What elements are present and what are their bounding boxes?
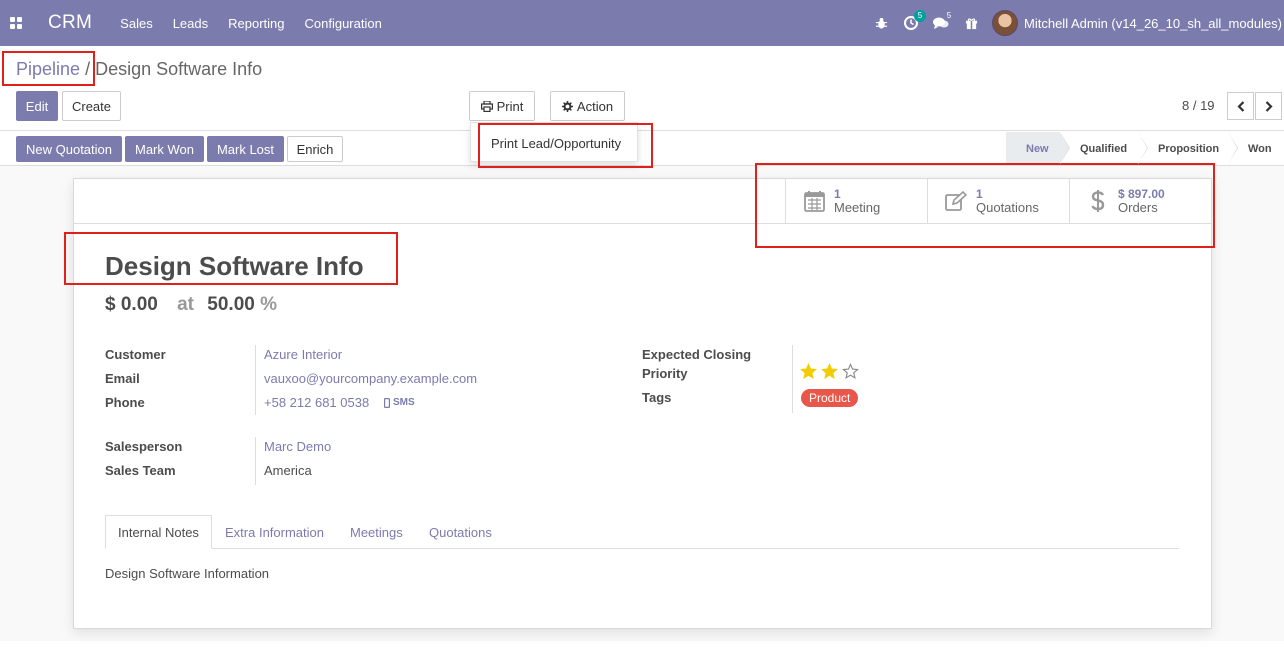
orders-amount: $ 897.00 (1118, 187, 1165, 201)
print-dropdown-menu: Print Lead/Opportunity (470, 122, 638, 162)
breadcrumb-separator: / (85, 59, 91, 79)
probability-unit: % (260, 294, 278, 315)
quotations-count: 1 (976, 187, 983, 201)
internal-notes-content[interactable]: Design Software Information (105, 566, 269, 581)
tab-meetings[interactable]: Meetings (350, 515, 403, 549)
expected-revenue-line: $ 0.00 at 50.00 % (105, 294, 277, 316)
stage-new[interactable]: New (1006, 132, 1070, 165)
message-count-badge: 5 (946, 11, 952, 20)
email-label: Email (105, 371, 140, 386)
top-navbar: CRM Sales Leads Reporting Configuration … (0, 0, 1284, 46)
print-button[interactable]: Print (469, 91, 535, 121)
pager-previous-button[interactable] (1227, 92, 1254, 120)
at-label: at (177, 294, 195, 315)
tab-quotations[interactable]: Quotations (429, 515, 492, 549)
stage-new-label: New (1026, 142, 1049, 155)
breadcrumb: Pipeline / Design Software Info (16, 59, 262, 80)
menu-reporting[interactable]: Reporting (228, 16, 284, 31)
tab-extra-information[interactable]: Extra Information (225, 515, 324, 549)
quotations-label: Quotations (976, 200, 1039, 215)
priority-label: Priority (642, 366, 688, 381)
mobile-icon (384, 397, 390, 408)
avatar (992, 10, 1019, 36)
expected-closing-label: Expected Closing (642, 347, 752, 362)
user-name: Mitchell Admin (v14_26_10_sh_all_modules… (1024, 15, 1282, 31)
email-field[interactable]: vauxoo@yourcompany.example.com (264, 371, 477, 386)
activity-icon[interactable]: 5 (896, 0, 927, 46)
probability-value: 50.00 (207, 294, 255, 315)
breadcrumb-pipeline-link[interactable]: Pipeline (16, 59, 80, 79)
edit-icon (945, 191, 967, 211)
meeting-smart-button[interactable]: 1 Meeting (785, 179, 928, 223)
print-icon (480, 100, 493, 112)
notebook-tabs: Internal Notes Extra Information Meeting… (105, 515, 1179, 549)
sms-label: SMS (393, 397, 415, 408)
smart-button-box: 1 Meeting 1 Quotations $ 897.00 Orders (74, 179, 1211, 224)
pager-next-button[interactable] (1255, 92, 1282, 120)
expected-revenue: $ 0.00 (105, 294, 158, 315)
stage-pipeline: New Qualified Proposition Won (1006, 132, 1284, 165)
gift-icon[interactable] (956, 0, 986, 46)
create-button[interactable]: Create (62, 91, 121, 121)
menu-sales[interactable]: Sales (120, 16, 153, 31)
star-empty-icon[interactable] (842, 363, 859, 380)
tab-internal-notes[interactable]: Internal Notes (105, 515, 212, 549)
tag-badge[interactable]: Product (801, 389, 859, 407)
activity-count-badge: 5 (914, 10, 927, 22)
tags-label: Tags (642, 390, 672, 405)
stage-won-label: Won (1248, 142, 1272, 155)
messages-icon[interactable]: 5 (926, 0, 956, 46)
chevron-left-icon (1236, 100, 1244, 112)
lead-title[interactable]: Design Software Info (105, 251, 364, 282)
salesperson-field[interactable]: Marc Demo (264, 439, 331, 454)
new-quotation-button[interactable]: New Quotation (16, 136, 122, 162)
dollar-icon (1091, 190, 1105, 212)
calendar-icon (803, 191, 825, 212)
menu-configuration[interactable]: Configuration (305, 16, 382, 31)
sms-button[interactable]: SMS (384, 397, 415, 408)
orders-smart-button[interactable]: $ 897.00 Orders (1069, 179, 1212, 223)
edit-button[interactable]: Edit (16, 91, 58, 121)
apps-menu-icon[interactable] (0, 0, 32, 46)
sales-team-field[interactable]: America (264, 463, 312, 478)
user-menu[interactable]: Mitchell Admin (v14_26_10_sh_all_modules… (992, 10, 1282, 36)
customer-field[interactable]: Azure Interior (264, 347, 342, 362)
print-label: Print (496, 98, 524, 114)
field-divider-2 (255, 437, 256, 485)
chevron-right-icon (1265, 100, 1273, 112)
meeting-label: Meeting (834, 200, 881, 215)
priority-stars[interactable] (800, 363, 859, 380)
phone-label: Phone (105, 395, 145, 410)
action-button[interactable]: Action (550, 91, 625, 121)
breadcrumb-current: Design Software Info (95, 59, 263, 79)
stage-proposition[interactable]: Proposition (1138, 132, 1238, 165)
enrich-button[interactable]: Enrich (287, 136, 343, 162)
salesperson-label: Salesperson (105, 439, 183, 454)
app-brand[interactable]: CRM (48, 12, 92, 34)
stage-qualified[interactable]: Qualified (1060, 132, 1148, 165)
bug-icon[interactable] (866, 0, 896, 46)
stage-qualified-label: Qualified (1080, 142, 1128, 155)
field-divider-1 (255, 345, 256, 415)
stage-proposition-label: Proposition (1158, 142, 1220, 155)
action-label: Action (576, 98, 614, 114)
customer-label: Customer (105, 347, 166, 362)
mark-lost-button[interactable]: Mark Lost (207, 136, 284, 162)
sales-team-label: Sales Team (105, 463, 176, 478)
mark-won-button[interactable]: Mark Won (125, 136, 204, 162)
star-filled-icon[interactable] (800, 363, 817, 380)
meeting-count: 1 (834, 187, 841, 201)
quotations-smart-button[interactable]: 1 Quotations (927, 179, 1070, 223)
menu-leads[interactable]: Leads (173, 16, 208, 31)
orders-label: Orders (1118, 200, 1158, 215)
field-divider-3 (792, 345, 793, 413)
phone-field[interactable]: +58 212 681 0538 (264, 395, 369, 410)
print-lead-opportunity-item[interactable]: Print Lead/Opportunity (491, 136, 621, 151)
star-filled-icon[interactable] (821, 363, 838, 380)
gear-icon (561, 100, 573, 112)
pager-value[interactable]: 8 / 19 (1182, 98, 1215, 113)
